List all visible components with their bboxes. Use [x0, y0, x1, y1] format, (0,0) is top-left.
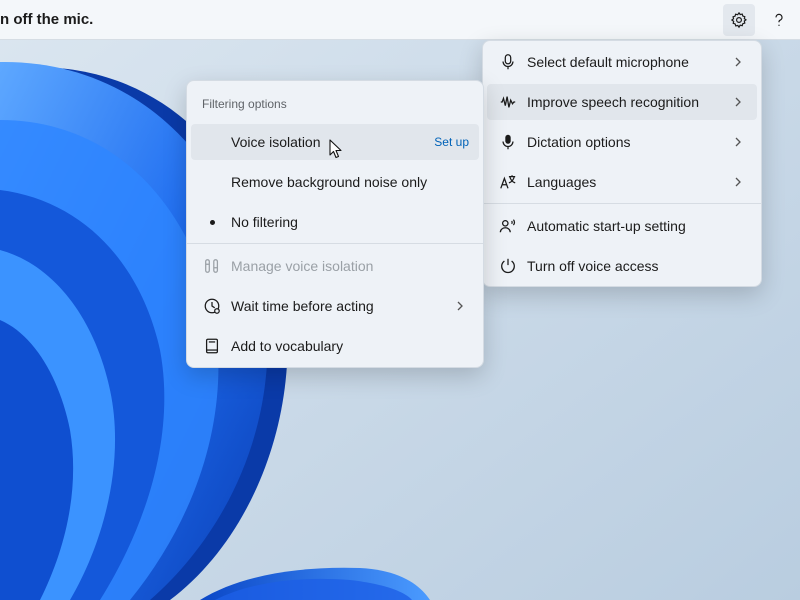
menu-item-label: Manage voice isolation — [231, 258, 374, 274]
setup-link[interactable]: Set up — [434, 135, 469, 149]
chevron-right-icon — [457, 301, 463, 311]
gear-icon — [730, 11, 747, 29]
menu-item-label: Remove background noise only — [231, 174, 428, 190]
tuning-sliders-icon — [205, 259, 219, 273]
settings-menu: Select default microphone Improve speech… — [482, 40, 762, 287]
person-voice-icon — [499, 219, 516, 233]
menu-item-select-microphone[interactable]: Select default microphone — [487, 44, 757, 80]
microphone-icon — [502, 54, 514, 70]
menu-item-label: Dictation options — [527, 134, 631, 150]
chevron-right-icon — [735, 177, 741, 187]
menu-item-no-filtering[interactable]: No filtering — [191, 204, 479, 240]
menu-item-manage-voice-isolation: Manage voice isolation — [191, 248, 479, 284]
menu-item-label: Wait time before acting — [231, 298, 374, 314]
menu-item-remove-background-noise[interactable]: Remove background noise only — [191, 164, 479, 200]
menu-item-label: No filtering — [231, 214, 298, 230]
help-button[interactable] — [763, 4, 795, 36]
menu-item-label: Voice isolation — [231, 134, 321, 150]
menu-item-add-to-vocabulary[interactable]: Add to vocabulary — [191, 328, 479, 364]
menu-item-label: Select default microphone — [527, 54, 689, 70]
menu-item-wait-time[interactable]: Wait time before acting — [191, 288, 479, 324]
section-title: Filtering options — [202, 97, 287, 111]
voice-access-bar: n off the mic. — [0, 0, 800, 40]
menu-item-automatic-startup[interactable]: Automatic start-up setting — [487, 208, 757, 244]
microphone-icon — [502, 134, 514, 150]
speech-waveform-icon — [500, 96, 516, 108]
menu-item-label: Improve speech recognition — [527, 94, 699, 110]
book-icon — [205, 338, 219, 354]
mouse-cursor-icon — [329, 139, 342, 159]
menu-item-improve-speech[interactable]: Improve speech recognition — [487, 84, 757, 120]
menu-item-languages[interactable]: Languages — [487, 164, 757, 200]
chevron-right-icon — [735, 57, 741, 67]
menu-item-turn-off-voice-access[interactable]: Turn off voice access — [487, 248, 757, 284]
menu-item-label: Turn off voice access — [527, 258, 659, 274]
language-icon — [500, 175, 516, 189]
menu-separator — [187, 243, 483, 244]
selected-dot-icon — [210, 220, 215, 225]
status-message: n off the mic. — [0, 11, 94, 28]
filtering-options-menu: Filtering options Voice isolation Set up… — [186, 80, 484, 368]
question-mark-icon — [775, 13, 783, 26]
menu-separator — [483, 203, 761, 204]
menu-item-label: Add to vocabulary — [231, 338, 344, 354]
chevron-right-icon — [735, 97, 741, 107]
clock-icon — [204, 298, 220, 314]
chevron-right-icon — [735, 137, 741, 147]
settings-button[interactable] — [723, 4, 755, 36]
menu-item-dictation-options[interactable]: Dictation options — [487, 124, 757, 160]
menu-item-label: Languages — [527, 174, 597, 190]
power-icon — [501, 258, 515, 274]
menu-item-label: Automatic start-up setting — [527, 218, 686, 234]
